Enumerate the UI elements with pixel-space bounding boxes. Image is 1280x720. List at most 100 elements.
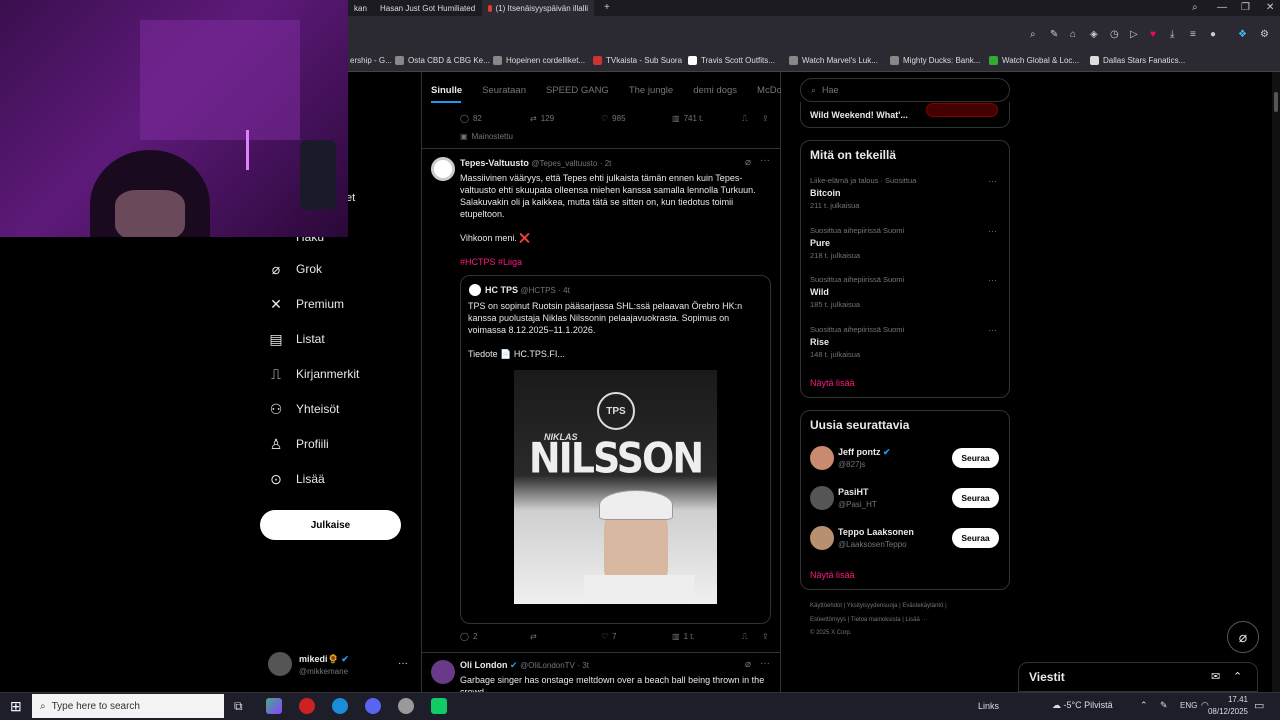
footer-links[interactable]: Esteettömyys | Tietoa mainoksista | Lisä… (810, 617, 928, 623)
bookmark-item[interactable]: Watch Global & Loc... (989, 48, 1079, 72)
hashtags[interactable]: #HCTPS #Liiga (460, 256, 522, 268)
play-icon[interactable]: ▷ (1130, 30, 1138, 40)
avatar[interactable] (431, 660, 455, 684)
browser-tab[interactable]: Hasan Just Got Humiliated (370, 0, 480, 16)
grok-icon[interactable]: ⌀ (745, 659, 751, 670)
reply-button[interactable]: ◯ 82 (460, 114, 482, 123)
nav-item-communities[interactable]: ⚇ Yhteisöt (268, 397, 340, 421)
trend-item[interactable]: Suosittua aihepiirissä Suomi Rise 148 t.… (810, 325, 1000, 359)
tab-mcdonal[interactable]: McDonal (747, 80, 781, 102)
follow-button[interactable]: Seuraa (952, 528, 999, 548)
more-icon[interactable]: ··· (988, 275, 997, 285)
search-icon[interactable]: ⌕ (1030, 30, 1036, 40)
tray-expand-icon[interactable]: ⌃ (1140, 700, 1148, 711)
tab-the-jungle[interactable]: The jungle (619, 80, 683, 102)
more-icon[interactable]: ··· (988, 176, 997, 186)
views-button[interactable]: ▥ 741 t. (672, 114, 704, 123)
scrollbar-thumb[interactable] (1274, 92, 1278, 112)
trend-item[interactable]: Suosittua aihepiirissä Suomi Pure 218 t.… (810, 226, 1000, 260)
app-icon[interactable] (398, 698, 414, 714)
avatar[interactable] (810, 526, 834, 550)
bookmark-item[interactable]: TVkaista - Sub Suora (593, 48, 682, 72)
scrollbar[interactable] (1272, 72, 1280, 692)
post-button[interactable]: Julkaise (260, 510, 401, 540)
settings-icon[interactable]: ⚙ (1260, 30, 1269, 40)
language-indicator[interactable]: ENG (1180, 701, 1197, 710)
task-view-icon[interactable]: ⧉ (234, 699, 243, 714)
tweet-image[interactable]: TPS NIKLAS NILSSON (514, 370, 717, 604)
more-icon[interactable]: ··· (760, 155, 770, 166)
nav-item-grok[interactable]: ⌀ Grok (268, 257, 322, 281)
nav-item-premium[interactable]: ✕ Premium (268, 292, 344, 316)
author-name[interactable]: Tepes-Valtuusto (460, 158, 529, 168)
bookmark-item[interactable]: Watch Marvel's Luk... (789, 48, 878, 72)
tab-demi-dogs[interactable]: demi dogs (683, 80, 747, 102)
minimize-icon[interactable]: — (1217, 3, 1227, 13)
bookmark-item[interactable]: Osta CBD & CBG Ke... (395, 48, 490, 72)
new-tab-icon[interactable]: + (604, 3, 610, 13)
search-input[interactable]: ⌕ Hae (800, 78, 1010, 102)
compose-message-icon[interactable]: ✉ (1211, 670, 1220, 683)
taskbar-search[interactable]: ⌕ Type here to search (32, 694, 224, 718)
opera-icon[interactable] (299, 698, 315, 714)
repost-button[interactable]: ⇄ 129 (530, 114, 554, 123)
views-button[interactable]: ▥ 1 t. (672, 632, 695, 641)
shield-icon[interactable]: ◈ (1090, 30, 1098, 40)
app-icon[interactable] (431, 698, 447, 714)
bookmark-item[interactable]: Hopeinen cordelliket... (493, 48, 585, 72)
expand-icon[interactable]: ⌃ (1233, 670, 1242, 683)
bookmark-icon[interactable]: ⎍ (742, 632, 748, 642)
account-menu-icon[interactable]: ··· (398, 658, 408, 669)
windows-start-icon[interactable]: ⊞ (10, 698, 22, 715)
bookmark-item[interactable]: Mighty Ducks: Bank... (890, 48, 980, 72)
bookmark-item[interactable]: ership - G... (350, 48, 392, 72)
messages-drawer[interactable]: Viestit (1018, 662, 1258, 692)
share-icon[interactable]: ⇪ (762, 632, 769, 641)
bookmark-icon[interactable]: ⎍ (742, 114, 748, 124)
avatar[interactable] (268, 652, 292, 676)
close-icon[interactable]: ✕ (1266, 3, 1274, 13)
follow-button[interactable]: Seuraa (952, 488, 999, 508)
profile-icon[interactable]: ● (1210, 30, 1216, 40)
browser-tab-partial[interactable]: kan (348, 0, 368, 16)
bookmark-item[interactable]: Travis Scott Outfits... (688, 48, 775, 72)
follow-name[interactable]: PasiHT (838, 487, 869, 497)
grok-icon[interactable]: ⌀ (745, 157, 751, 168)
search-icon[interactable]: ⌕ (1192, 3, 1198, 13)
nav-item-profile[interactable]: ♙ Profiili (268, 432, 329, 456)
share-icon[interactable]: ⇪ (762, 114, 769, 123)
avatar[interactable] (469, 284, 481, 296)
nav-item-lists[interactable]: ▤ Listat (268, 327, 324, 351)
repost-button[interactable]: ⇄ (530, 632, 541, 641)
discord-icon[interactable] (365, 698, 381, 714)
trend-item[interactable]: Liike-elämä ja talous · Suosittua Bitcoi… (810, 176, 1000, 210)
nav-item-bookmarks[interactable]: ⎍ Kirjanmerkit (268, 362, 359, 386)
avatar[interactable] (431, 157, 455, 181)
history-icon[interactable]: ◷ (1110, 30, 1119, 40)
quote-link[interactable]: Tiedote 📄 HC.TPS.FI... (468, 348, 565, 360)
like-button[interactable]: ♡ 7 (601, 632, 617, 641)
like-button[interactable]: ♡ 985 (601, 114, 626, 123)
follow-name[interactable]: Teppo Laaksonen (838, 527, 914, 537)
trend-item[interactable]: Suosittua aihepiirissä Suomi Wild 185 t.… (810, 275, 1000, 309)
more-icon[interactable]: ··· (760, 658, 770, 669)
follow-button[interactable]: Seuraa (952, 448, 999, 468)
camera-icon[interactable]: ⌂ (1070, 30, 1076, 40)
account-name[interactable]: mikedi🌻 ✔ (299, 654, 349, 665)
avatar[interactable] (810, 446, 834, 470)
follow-name[interactable]: Jeff pontz ✔ (838, 447, 891, 458)
edit-icon[interactable]: ✎ (1050, 30, 1058, 40)
browser-tab-active[interactable]: (1) Itsenäisyyspäivän illalli (482, 0, 594, 16)
clock-date[interactable]: 08/12/2025 (1202, 707, 1248, 716)
edge-icon[interactable] (332, 698, 348, 714)
grok-fab-icon[interactable]: ⌀ (1227, 621, 1259, 653)
more-icon[interactable]: ··· (988, 325, 997, 335)
nav-item-more[interactable]: ⊙ Lisää (268, 467, 325, 491)
clock-time[interactable]: 17.41 (1206, 695, 1248, 704)
tab-for-you[interactable]: Sinulle (421, 80, 472, 102)
tab-speed-gang[interactable]: SPEED GANG (536, 80, 619, 102)
tab-following[interactable]: Seurataan (472, 80, 536, 102)
heart-icon[interactable]: ♥ (1150, 30, 1156, 40)
footer-links[interactable]: Käyttöehdot | Yksityisyydensuoja | Eväst… (810, 603, 947, 609)
links-toolbar[interactable]: Links (978, 701, 999, 711)
